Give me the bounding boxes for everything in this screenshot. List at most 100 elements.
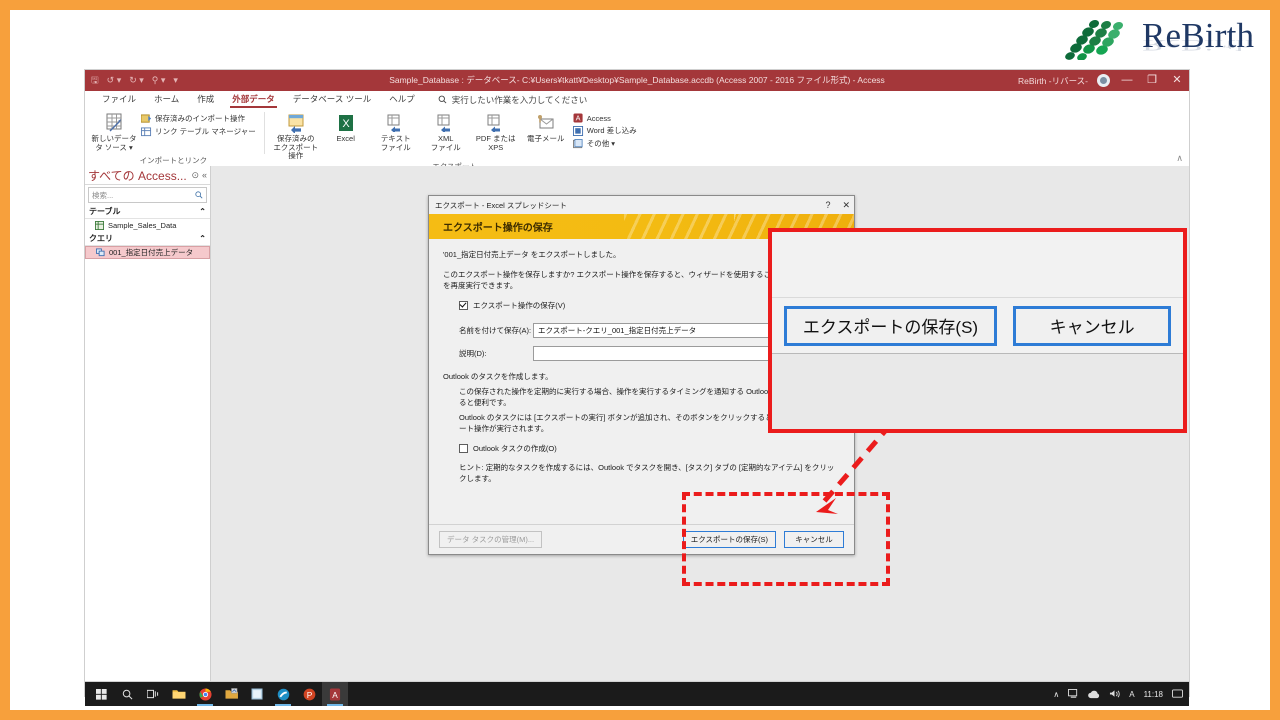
access-export-button[interactable]: A Access (573, 113, 637, 123)
powerpoint-icon[interactable]: P (296, 682, 322, 706)
new-data-source-icon (91, 111, 137, 135)
linked-table-manager-icon (141, 126, 152, 136)
nav-category-queries-label: クエリ (89, 234, 113, 243)
tab-create[interactable]: 作成 (188, 91, 223, 108)
account-name[interactable]: ReBirth -リバース- (1018, 75, 1088, 87)
callout-cancel-button[interactable]: キャンセル (1013, 305, 1172, 346)
navigation-search-placeholder: 検索... (92, 190, 114, 200)
tell-me-label: 実行したい作業を入力してください (451, 94, 588, 105)
collapse-ribbon-button[interactable]: ∧ (1176, 153, 1183, 164)
frame-border-bottom (0, 710, 1280, 720)
nav-category-queries[interactable]: クエリ ⌃ (85, 232, 210, 246)
saved-imports-icon (141, 113, 152, 123)
nav-category-tables-label: テーブル (89, 207, 121, 216)
dialog-help-button[interactable]: ? (825, 200, 830, 210)
more-export-icon (572, 138, 583, 148)
ime-mode-icon[interactable]: A (1129, 690, 1134, 699)
ribbon-group-separator (263, 112, 265, 154)
dialog-title: エクスポート - Excel スプレッドシート (435, 200, 567, 210)
tab-file[interactable]: ファイル (93, 91, 145, 108)
tray-chevron-up-icon[interactable]: ∧ (1053, 690, 1059, 699)
navigation-search-input[interactable]: 検索... (88, 187, 207, 203)
email-label: 電子メール (526, 134, 565, 143)
xml-file-label: XML ファイル (430, 134, 461, 152)
nav-category-tables[interactable]: テーブル ⌃ (85, 205, 210, 219)
search-icon[interactable] (114, 682, 140, 706)
tab-home[interactable]: ホーム (145, 91, 188, 108)
slide-canvas: ReBirth ReBirth 🖫 ↺ ▾ ↻ ▾ ⚲ ▾ ▾ Sample_D… (0, 0, 1280, 720)
notepad-icon[interactable] (244, 682, 270, 706)
pdf-xps-icon (473, 111, 519, 135)
access-icon: A (573, 113, 583, 123)
task-view-icon[interactable] (140, 682, 166, 706)
word-merge-icon (572, 125, 583, 136)
table-icon (95, 221, 104, 230)
access-icon[interactable]: A (322, 682, 348, 706)
access-export-label: Access (586, 113, 611, 123)
network-icon[interactable] (1068, 689, 1079, 699)
minimize-button[interactable]: — (1119, 70, 1135, 91)
rebirth-logo: ReBirth ReBirth (1062, 14, 1270, 62)
pdf-xps-label: PDF または XPS (475, 134, 516, 152)
tab-external-data[interactable]: 外部データ (223, 91, 284, 108)
dialog-close-button[interactable]: ✕ (842, 200, 850, 211)
volume-icon[interactable] (1109, 689, 1120, 699)
chevron-up-icon[interactable]: ⌃ (199, 234, 206, 243)
text-file-export-button[interactable]: テキスト ファイル (373, 111, 419, 152)
outlook-task-checkbox[interactable] (459, 444, 468, 453)
linked-table-manager-button[interactable]: リンク テーブル マネージャー (141, 126, 256, 137)
ribbon-group-export: 保存済みの エクスポート操作 X Excel テキスト ファイル XML ファイ… (267, 108, 643, 171)
file-explorer-icon[interactable] (166, 682, 192, 706)
clock[interactable]: 11:18 (1144, 690, 1163, 699)
window-titlebar: 🖫 ↺ ▾ ↻ ▾ ⚲ ▾ ▾ Sample_Database : データベース… (85, 70, 1189, 91)
navigation-pane-collapse-icon[interactable]: « (202, 170, 207, 181)
manage-data-tasks-button[interactable]: データ タスクの管理(M)... (439, 531, 543, 548)
rebirth-logo-mark (1065, 19, 1124, 60)
more-export-button[interactable]: その他 ▾ (572, 138, 637, 149)
callout-save-export-button[interactable]: エクスポートの保存(S) (783, 305, 998, 346)
xml-file-icon (423, 111, 469, 135)
description-label: 説明(D): (459, 349, 487, 358)
query-icon (96, 248, 105, 257)
new-data-source-button[interactable]: 新しいデータタ ソース ▾ (91, 111, 137, 152)
sidebar-item-query-001[interactable]: 001_指定日付売上データ (85, 246, 210, 259)
notification-icon[interactable] (1172, 689, 1183, 699)
frame-border-top (0, 0, 1280, 10)
sidebar-item-label: Sample_Sales_Data (108, 221, 177, 230)
avatar[interactable] (1097, 74, 1110, 87)
highlight-dashed-rectangle (682, 492, 890, 586)
excel-export-button[interactable]: X Excel (323, 111, 369, 144)
zoom-callout-box: エクスポートの保存(S) キャンセル (768, 228, 1187, 433)
navigation-pane-menu-icon[interactable]: ⊙ (191, 170, 199, 181)
windows-taskbar: P A ∧ A 11:18 (85, 682, 1189, 706)
outlook-task-checkbox-row[interactable]: Outlook タスクの作成(O) (459, 443, 840, 454)
sidebar-item-sample-sales-data[interactable]: Sample_Sales_Data (85, 219, 210, 232)
frame-border-right (1270, 0, 1280, 720)
ribbon-tabs[interactable]: ファイル ホーム 作成 外部データ データベース ツール ヘルプ 実行したい作業… (85, 91, 1189, 108)
tab-help[interactable]: ヘルプ (380, 91, 424, 108)
saved-imports-button[interactable]: 保存済みのインポート操作 (141, 113, 256, 124)
text-file-label: テキスト ファイル (380, 134, 411, 152)
system-tray: ∧ A 11:18 (1053, 689, 1189, 699)
navigation-pane-header[interactable]: すべての Access... ⊙ « (85, 166, 210, 185)
xml-file-export-button[interactable]: XML ファイル (423, 111, 469, 152)
chrome-icon[interactable] (192, 682, 218, 706)
close-button[interactable]: ✕ (1169, 70, 1185, 91)
email-export-button[interactable]: 電子メール (523, 111, 569, 144)
skype-icon[interactable] (270, 682, 296, 706)
saved-exports-label: 保存済みの エクスポート操作 (273, 134, 319, 160)
pdf-xps-export-button[interactable]: PDF または XPS (473, 111, 519, 152)
chevron-up-icon[interactable]: ⌃ (199, 207, 206, 216)
tab-database-tools[interactable]: データベース ツール (284, 91, 380, 108)
window-controls[interactable]: ReBirth -リバース- — ❐ ✕ (1018, 70, 1185, 91)
dialog-titlebar: エクスポート - Excel スプレッドシート ? ✕ (429, 196, 854, 214)
restore-button[interactable]: ❐ (1144, 70, 1160, 91)
start-icon[interactable] (88, 682, 114, 706)
folder-yellow-icon[interactable] (218, 682, 244, 706)
cloud-icon[interactable] (1088, 690, 1100, 699)
save-export-checkbox[interactable] (459, 301, 468, 310)
new-data-source-label: 新しいデータタ ソース ▾ (91, 134, 137, 152)
tell-me-box[interactable]: 実行したい作業を入力してください (438, 94, 588, 106)
saved-exports-button[interactable]: 保存済みの エクスポート操作 (273, 111, 319, 161)
word-merge-button[interactable]: Word 差し込み (572, 125, 637, 136)
